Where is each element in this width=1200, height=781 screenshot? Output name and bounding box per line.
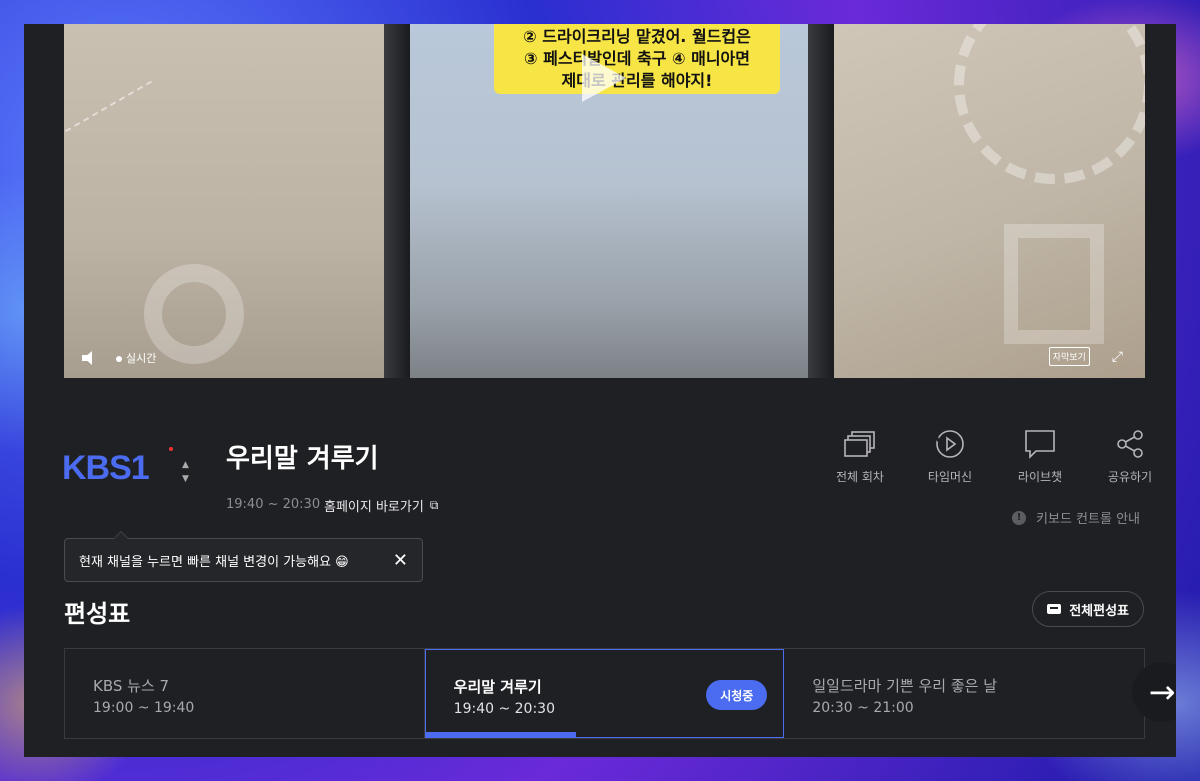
full-schedule-button[interactable]: 전체편성표 <box>1032 591 1144 627</box>
channel-tooltip: 현재 채널을 누르면 빠른 채널 변경이 가능해요 😁 ✕ <box>64 531 423 582</box>
channel-logo-dot <box>169 447 173 451</box>
video-caption: ② 드라이크리닝 맡겼어. 월드컵은 ③ 페스티발인데 축구 ④ 매니아면 제대… <box>494 24 780 94</box>
homepage-link[interactable]: 홈페이지 바로가기 ⧉ <box>324 496 438 515</box>
live-indicator: 실시간 <box>116 350 156 366</box>
livechat-button[interactable]: 라이브챗 <box>1010 428 1070 485</box>
channel-up-icon[interactable]: ▲ <box>182 458 189 472</box>
episodes-icon <box>830 428 890 460</box>
video-frame-right <box>834 24 1145 378</box>
player-window: ② 드라이크리닝 맡겼어. 월드컵은 ③ 페스티발인데 축구 ④ 매니아면 제대… <box>24 24 1176 757</box>
schedule-item[interactable]: KBS 뉴스 7 19:00 ~ 19:40 <box>65 649 425 738</box>
chat-icon <box>1010 428 1070 460</box>
timemachine-icon <box>920 428 980 460</box>
program-progress-bar <box>425 732 576 737</box>
schedule-item-current[interactable]: 우리말 겨루기 19:40 ~ 20:30 시청중 <box>424 649 785 738</box>
schedule-list: KBS 뉴스 7 19:00 ~ 19:40 우리말 겨루기 19:40 ~ 2… <box>64 648 1145 739</box>
schedule-title: 편성표 <box>64 600 131 628</box>
channel-down-icon[interactable]: ▼ <box>182 472 189 486</box>
schedule-item[interactable]: 일일드라마 기쁜 우리 좋은 날 20:30 ~ 21:00 <box>784 649 1144 738</box>
video-player[interactable]: ② 드라이크리닝 맡겼어. 월드컵은 ③ 페스티발인데 축구 ④ 매니아면 제대… <box>64 24 1145 378</box>
keyboard-guide-link[interactable]: ! 키보드 컨트롤 안내 <box>1012 508 1140 527</box>
program-time: 19:40 ~ 20:30 <box>226 497 321 512</box>
video-controls-right: 자막보기 ⤢ <box>1048 347 1123 366</box>
external-link-icon: ⧉ <box>429 498 439 512</box>
share-button[interactable]: 공유하기 <box>1100 428 1160 485</box>
video-frame-left <box>64 24 386 378</box>
timemachine-button[interactable]: 타임머신 <box>920 428 980 485</box>
program-title: 우리말 겨루기 <box>226 444 379 474</box>
volume-icon[interactable] <box>82 351 100 365</box>
channel-logo[interactable]: KBS1 <box>62 449 150 488</box>
play-icon[interactable] <box>582 54 626 102</box>
subtitle-button[interactable]: 자막보기 <box>1048 347 1090 366</box>
watching-badge: 시청중 <box>706 680 768 710</box>
all-episodes-button[interactable]: 전체 회차 <box>830 428 890 485</box>
close-icon[interactable]: ✕ <box>393 550 408 571</box>
schedule-icon <box>1047 604 1062 614</box>
channel-switch[interactable]: ▲ ▼ <box>182 458 189 486</box>
info-icon: ! <box>1012 510 1027 525</box>
action-bar: 전체 회차 타임머신 라이브챗 공유하기 <box>830 428 1160 485</box>
video-controls-left: 실시간 <box>82 350 156 366</box>
share-icon <box>1100 428 1160 460</box>
fullscreen-icon[interactable]: ⤢ <box>1112 349 1123 365</box>
